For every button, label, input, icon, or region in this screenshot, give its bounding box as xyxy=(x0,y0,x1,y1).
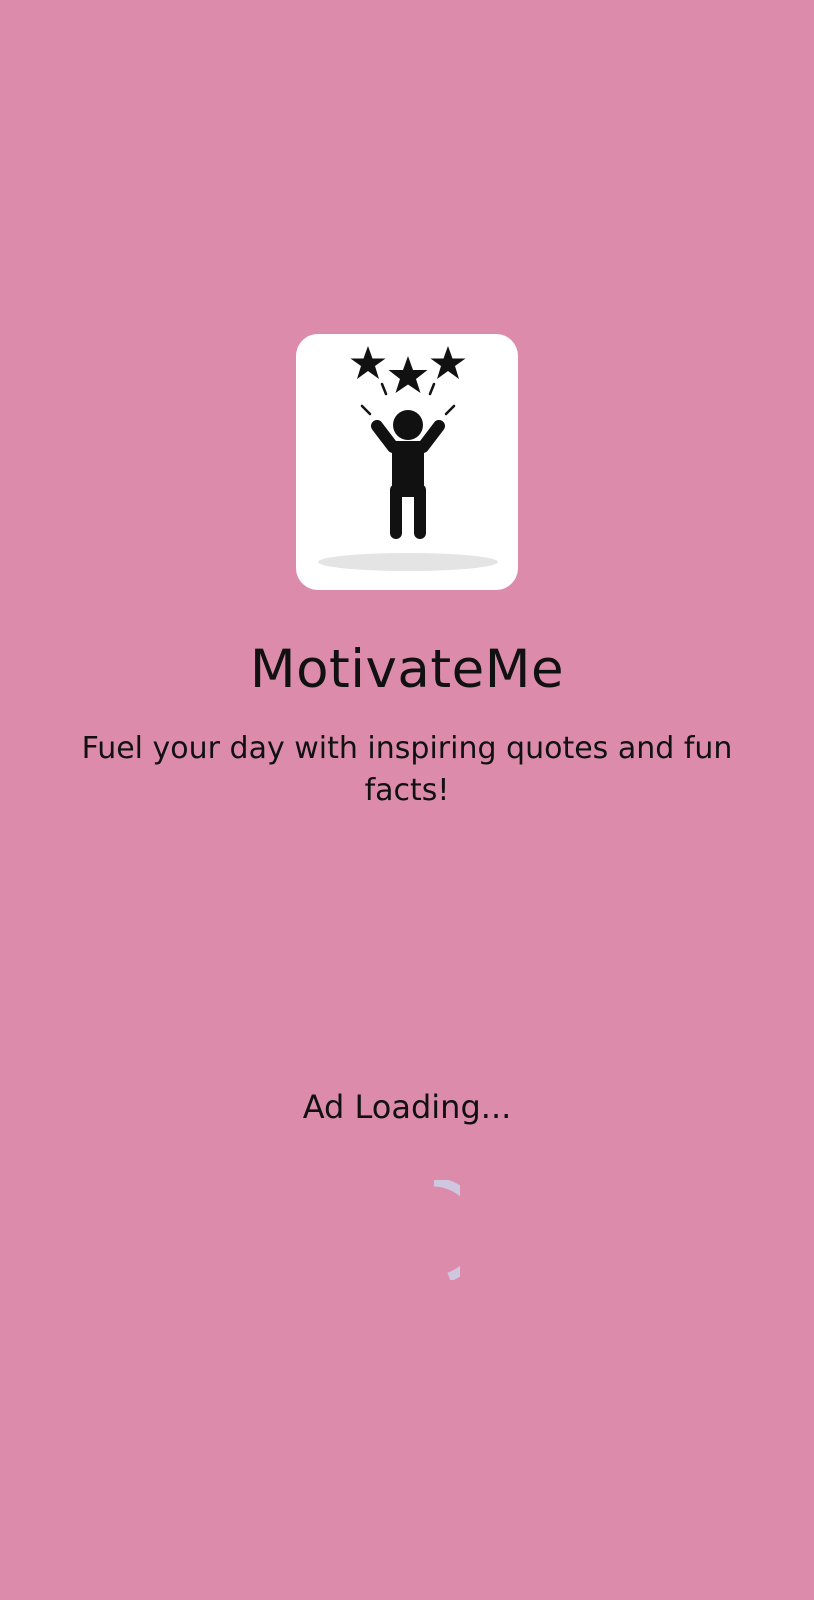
loading-spinner-icon xyxy=(433,1180,460,1280)
star-right xyxy=(430,346,466,379)
person-celebrating-stars-icon xyxy=(318,346,498,571)
star-left xyxy=(350,346,386,379)
stars xyxy=(350,346,466,393)
app-logo xyxy=(296,334,518,590)
app-tagline: Fuel your day with inspiring quotes and … xyxy=(81,731,733,808)
ground-shadow xyxy=(318,553,498,571)
ad-loading-label: Ad Loading... xyxy=(302,1088,512,1126)
app-title: MotivateMe xyxy=(249,639,565,700)
person-figure xyxy=(371,410,445,539)
sparkle-lines xyxy=(360,382,456,416)
star-center xyxy=(388,356,428,393)
splash-screen: MotivateMe Fuel your day with inspiring … xyxy=(0,0,814,1600)
